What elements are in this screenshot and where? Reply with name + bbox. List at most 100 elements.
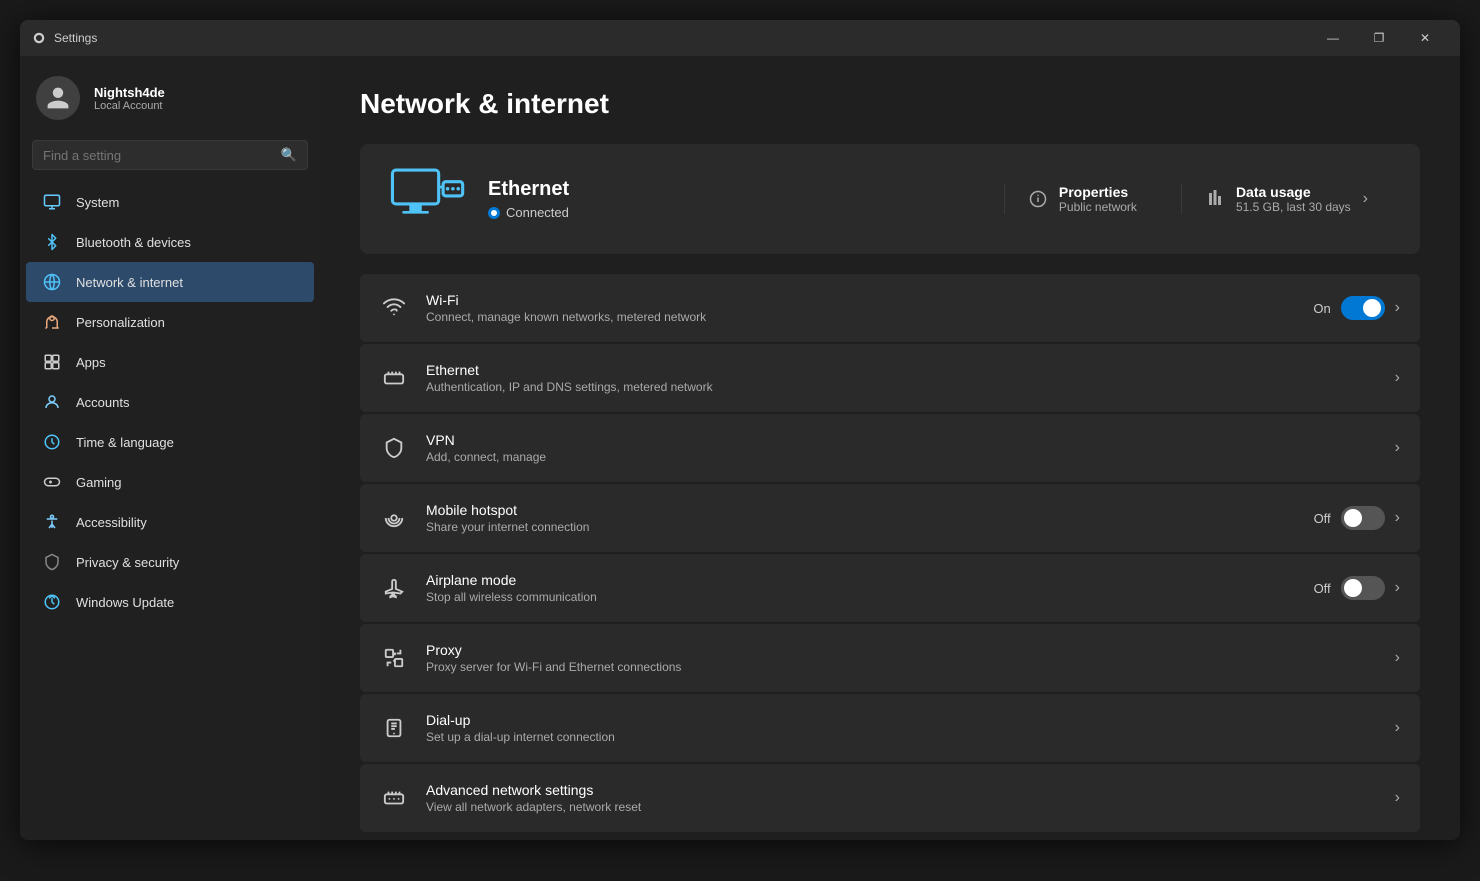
- setting-row-dialup[interactable]: Dial-up Set up a dial-up internet connec…: [360, 694, 1420, 762]
- setting-row-ethernet[interactable]: Ethernet Authentication, IP and DNS sett…: [360, 344, 1420, 412]
- setting-info-dialup: Dial-up Set up a dial-up internet connec…: [426, 712, 1377, 744]
- setting-desc-ethernet: Authentication, IP and DNS settings, met…: [426, 380, 1377, 394]
- sidebar-item-gaming[interactable]: Gaming: [26, 462, 314, 502]
- settings-app-icon: [32, 31, 46, 45]
- sidebar-item-network[interactable]: Network & internet: [26, 262, 314, 302]
- setting-info-ethernet: Ethernet Authentication, IP and DNS sett…: [426, 362, 1377, 394]
- info-icon: [1029, 190, 1047, 208]
- properties-info: Properties Public network: [1059, 184, 1137, 214]
- nav-icon-update: [42, 592, 62, 612]
- search-box[interactable]: 🔍: [32, 140, 308, 170]
- sidebar-item-bluetooth[interactable]: Bluetooth & devices: [26, 222, 314, 262]
- toggle-label-airplane: Off: [1314, 581, 1331, 596]
- setting-row-vpn[interactable]: VPN Add, connect, manage ›: [360, 414, 1420, 482]
- close-button[interactable]: ✕: [1402, 20, 1448, 56]
- chevron-airplane: ›: [1395, 579, 1400, 597]
- setting-title-vpn: VPN: [426, 432, 1377, 448]
- nav-label-system: System: [76, 195, 119, 210]
- user-section[interactable]: Nightsh4de Local Account: [20, 64, 320, 140]
- setting-title-wifi: Wi-Fi: [426, 292, 1295, 308]
- toggle-hotspot[interactable]: [1341, 506, 1385, 530]
- setting-icon-dialup: [380, 714, 408, 742]
- setting-right-advanced: ›: [1395, 789, 1400, 807]
- sidebar-item-accessibility[interactable]: Accessibility: [26, 502, 314, 542]
- sidebar-item-accounts[interactable]: Accounts: [26, 382, 314, 422]
- setting-desc-advanced: View all network adapters, network reset: [426, 800, 1377, 814]
- setting-row-advanced[interactable]: Advanced network settings View all netwo…: [360, 764, 1420, 832]
- setting-info-hotspot: Mobile hotspot Share your internet conne…: [426, 502, 1296, 534]
- maximize-button[interactable]: ❐: [1356, 20, 1402, 56]
- setting-right-wifi: On ›: [1313, 296, 1400, 320]
- data-usage-chevron[interactable]: ›: [1363, 190, 1368, 208]
- sidebar-item-personalization[interactable]: Personalization: [26, 302, 314, 342]
- setting-info-airplane: Airplane mode Stop all wireless communic…: [426, 572, 1296, 604]
- setting-icon-proxy: [380, 644, 408, 672]
- chevron-dialup: ›: [1395, 719, 1400, 737]
- nav-label-gaming: Gaming: [76, 475, 122, 490]
- nav-icon-apps: [42, 352, 62, 372]
- nav-icon-accounts: [42, 392, 62, 412]
- properties-sub: Public network: [1059, 200, 1137, 214]
- sidebar-item-time[interactable]: Time & language: [26, 422, 314, 462]
- setting-desc-hotspot: Share your internet connection: [426, 520, 1296, 534]
- ethernet-banner[interactable]: Ethernet Connected Properties Public net…: [360, 144, 1420, 254]
- setting-icon-airplane: [380, 574, 408, 602]
- setting-info-advanced: Advanced network settings View all netwo…: [426, 782, 1377, 814]
- nav-label-privacy: Privacy & security: [76, 555, 179, 570]
- setting-right-proxy: ›: [1395, 649, 1400, 667]
- ethernet-info: Ethernet Connected: [488, 178, 984, 220]
- setting-row-proxy[interactable]: Proxy Proxy server for Wi-Fi and Etherne…: [360, 624, 1420, 692]
- nav-icon-accessibility: [42, 512, 62, 532]
- data-usage-section[interactable]: Data usage 51.5 GB, last 30 days ›: [1181, 184, 1392, 214]
- nav-icon-time: [42, 432, 62, 452]
- setting-icon-hotspot: [380, 504, 408, 532]
- nav-icon-bluetooth: [42, 232, 62, 252]
- setting-title-airplane: Airplane mode: [426, 572, 1296, 588]
- properties-label: Properties: [1059, 184, 1137, 200]
- nav-icon-system: [42, 192, 62, 212]
- chevron-proxy: ›: [1395, 649, 1400, 667]
- search-input[interactable]: [43, 148, 281, 163]
- user-info: Nightsh4de Local Account: [94, 85, 165, 112]
- minimize-button[interactable]: —: [1310, 20, 1356, 56]
- setting-desc-proxy: Proxy server for Wi-Fi and Ethernet conn…: [426, 660, 1377, 674]
- sidebar-item-privacy[interactable]: Privacy & security: [26, 542, 314, 582]
- setting-icon-ethernet: [380, 364, 408, 392]
- sidebar-item-apps[interactable]: Apps: [26, 342, 314, 382]
- setting-row-airplane[interactable]: Airplane mode Stop all wireless communic…: [360, 554, 1420, 622]
- setting-title-proxy: Proxy: [426, 642, 1377, 658]
- setting-title-ethernet: Ethernet: [426, 362, 1377, 378]
- window-controls: — ❐ ✕: [1310, 20, 1448, 56]
- nav-icon-personalization: [42, 312, 62, 332]
- titlebar: Settings — ❐ ✕: [20, 20, 1460, 56]
- ethernet-status: Connected: [488, 205, 984, 220]
- sidebar-item-update[interactable]: Windows Update: [26, 582, 314, 622]
- toggle-knob-wifi: [1363, 299, 1381, 317]
- chevron-advanced: ›: [1395, 789, 1400, 807]
- properties-section[interactable]: Properties Public network: [1004, 184, 1161, 214]
- connected-indicator: [488, 207, 500, 219]
- toggle-knob-airplane: [1344, 579, 1362, 597]
- data-usage-info: Data usage 51.5 GB, last 30 days: [1236, 184, 1351, 214]
- nav-label-bluetooth: Bluetooth & devices: [76, 235, 191, 250]
- setting-row-wifi[interactable]: Wi-Fi Connect, manage known networks, me…: [360, 274, 1420, 342]
- chevron-wifi: ›: [1395, 299, 1400, 317]
- search-icon: 🔍: [281, 147, 297, 163]
- sidebar-item-system[interactable]: System: [26, 182, 314, 222]
- sidebar: Nightsh4de Local Account 🔍 System Blueto…: [20, 56, 320, 840]
- nav-label-network: Network & internet: [76, 275, 183, 290]
- chevron-vpn: ›: [1395, 439, 1400, 457]
- toggle-airplane[interactable]: [1341, 576, 1385, 600]
- setting-desc-wifi: Connect, manage known networks, metered …: [426, 310, 1295, 324]
- setting-row-hotspot[interactable]: Mobile hotspot Share your internet conne…: [360, 484, 1420, 552]
- toggle-knob-hotspot: [1344, 509, 1362, 527]
- toggle-label-hotspot: Off: [1314, 511, 1331, 526]
- setting-info-proxy: Proxy Proxy server for Wi-Fi and Etherne…: [426, 642, 1377, 674]
- content-area: Network & internet: [320, 56, 1460, 840]
- toggle-wifi[interactable]: [1341, 296, 1385, 320]
- nav-icon-network: [42, 272, 62, 292]
- nav-label-accessibility: Accessibility: [76, 515, 147, 530]
- connected-label: Connected: [506, 205, 569, 220]
- avatar: [36, 76, 80, 120]
- setting-right-vpn: ›: [1395, 439, 1400, 457]
